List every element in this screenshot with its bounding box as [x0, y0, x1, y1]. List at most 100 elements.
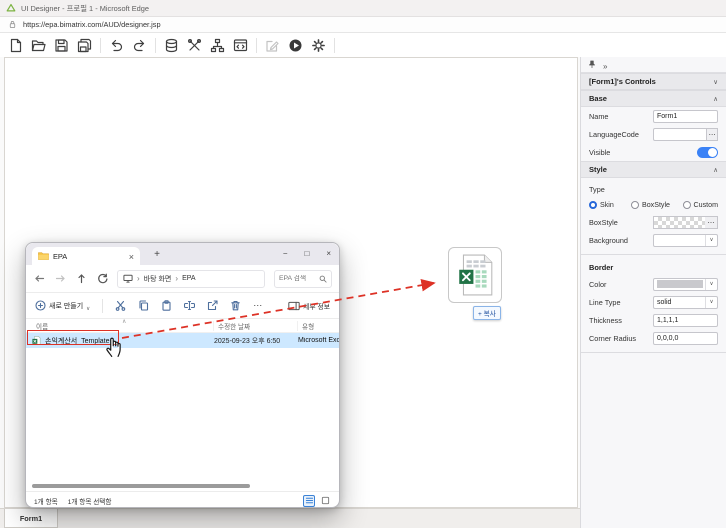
details-pane-button[interactable]: 세부 정보	[288, 301, 330, 311]
database-button[interactable]	[160, 35, 183, 55]
form1-tab[interactable]: Form1	[4, 509, 58, 528]
forward-button[interactable]	[54, 271, 67, 287]
chevron-down-icon	[86, 297, 90, 315]
new-tab-button[interactable]	[150, 246, 164, 262]
file-explorer-window[interactable]: EPA	[25, 242, 340, 508]
breadcrumb[interactable]: 바탕 화면 EPA	[117, 270, 265, 288]
share-icon	[207, 300, 218, 311]
copy-icon	[138, 300, 149, 311]
undo-button[interactable]	[105, 35, 128, 55]
base-section-label: Base	[589, 94, 607, 103]
pin-icon[interactable]	[588, 60, 596, 69]
name-field[interactable]	[653, 110, 718, 123]
panel-collapse-button[interactable]	[603, 56, 607, 74]
file-list[interactable]: 손익계산서_Template 2025-09-23 오후 6:50 Micros…	[26, 333, 339, 481]
linetype-value: solid	[657, 299, 671, 306]
corner-radius-field[interactable]	[653, 332, 718, 345]
radio-boxstyle[interactable]: BoxStyle	[631, 201, 683, 209]
visible-toggle[interactable]	[697, 147, 718, 158]
radio-skin[interactable]: Skin	[589, 201, 631, 209]
forward-arrow-icon	[55, 273, 66, 284]
run-button[interactable]	[284, 35, 307, 55]
thumbnail-view-icon	[321, 496, 330, 505]
linetype-dropdown[interactable]: solid	[653, 296, 718, 309]
sitemap-button[interactable]	[206, 35, 229, 55]
minimize-button[interactable]	[283, 250, 288, 258]
scrollbar-thumb[interactable]	[32, 484, 250, 488]
maximize-button[interactable]	[304, 250, 309, 258]
explorer-tab-bar: EPA	[26, 243, 339, 265]
search-input[interactable]	[279, 275, 317, 282]
explorer-status-bar: 1개 항목 1개 항목 선택함	[26, 491, 339, 508]
new-item-button[interactable]: 새로 만들기	[35, 297, 90, 315]
toolbar-separator	[155, 38, 156, 53]
share-button[interactable]	[207, 300, 218, 311]
boxstyle-label: BoxStyle	[589, 218, 653, 227]
address-bar[interactable]: https://epa.bimatrix.com/AUD/designer.js…	[0, 17, 726, 33]
column-header-date[interactable]: 수정한 날짜	[214, 321, 298, 331]
browser-titlebar: UI Designer - 프로필 1 - Microsoft Edge	[0, 0, 726, 17]
view-list-button[interactable]	[303, 495, 315, 507]
background-dropdown[interactable]	[653, 234, 718, 247]
breadcrumb-desktop[interactable]: 바탕 화면	[144, 274, 172, 284]
settings-button[interactable]	[307, 35, 330, 55]
tab-close-icon[interactable]	[129, 247, 134, 265]
divider	[581, 352, 726, 353]
color-label: Color	[589, 280, 653, 289]
ellipsis-icon	[709, 130, 716, 139]
window-title: UI Designer - 프로필 1 - Microsoft Edge	[21, 3, 149, 14]
window-controls	[283, 243, 331, 265]
section-style-header[interactable]: Style	[581, 161, 726, 178]
breadcrumb-epa[interactable]: EPA	[182, 275, 196, 282]
copy-button[interactable]	[138, 300, 149, 311]
explorer-command-bar: 새로 만들기	[26, 293, 339, 319]
new-item-label: 새로 만들기	[49, 301, 83, 311]
boxstyle-swatch[interactable]	[653, 216, 705, 229]
tools-button[interactable]	[183, 35, 206, 55]
gear-icon	[311, 38, 326, 53]
color-dropdown[interactable]	[653, 278, 718, 291]
redo-button[interactable]	[128, 35, 151, 55]
refresh-button[interactable]	[96, 271, 109, 287]
design-canvas[interactable]: + 복사 EPA	[4, 57, 578, 508]
save-all-button[interactable]	[73, 35, 96, 55]
section-base-header[interactable]: Base	[581, 90, 726, 107]
excel-drop-target[interactable]	[448, 247, 502, 303]
explorer-tab-title: EPA	[53, 252, 125, 261]
languagecode-more-button[interactable]	[707, 128, 718, 141]
radio-custom[interactable]: Custom	[683, 201, 718, 209]
cut-button[interactable]	[115, 300, 126, 311]
visible-row: Visible	[581, 143, 726, 161]
code-window-button[interactable]	[229, 35, 252, 55]
languagecode-field[interactable]	[653, 128, 707, 141]
delete-button[interactable]	[230, 300, 241, 311]
type-row: Type	[581, 181, 726, 197]
new-file-button[interactable]	[4, 35, 27, 55]
radio-icon	[631, 201, 639, 209]
boxstyle-more-button[interactable]	[705, 216, 718, 229]
view-icons-button[interactable]	[319, 495, 331, 507]
more-button[interactable]	[253, 300, 263, 311]
up-button[interactable]	[75, 271, 88, 287]
designer-toolbar	[0, 33, 726, 57]
save-button[interactable]	[50, 35, 73, 55]
explorer-tab[interactable]: EPA	[32, 247, 140, 265]
paste-button[interactable]	[161, 300, 172, 311]
close-button[interactable]	[326, 250, 331, 258]
rename-icon	[184, 300, 195, 311]
toolbar-separator	[334, 38, 335, 53]
properties-panel: [Form1]'s Controls Base Name LanguageCod…	[580, 57, 726, 528]
database-icon	[164, 38, 179, 53]
rename-button[interactable]	[184, 300, 195, 311]
edit-button[interactable]	[261, 35, 284, 55]
tools-icon	[187, 38, 202, 53]
back-button[interactable]	[33, 271, 46, 287]
column-header-type[interactable]: 유형	[298, 321, 329, 331]
controls-header[interactable]: [Form1]'s Controls	[581, 73, 726, 90]
name-row: Name	[581, 107, 726, 125]
thickness-field[interactable]	[653, 314, 718, 327]
command-separator	[102, 299, 103, 313]
hand-cursor-icon	[104, 335, 126, 358]
languagecode-label: LanguageCode	[589, 130, 653, 139]
open-button[interactable]	[27, 35, 50, 55]
